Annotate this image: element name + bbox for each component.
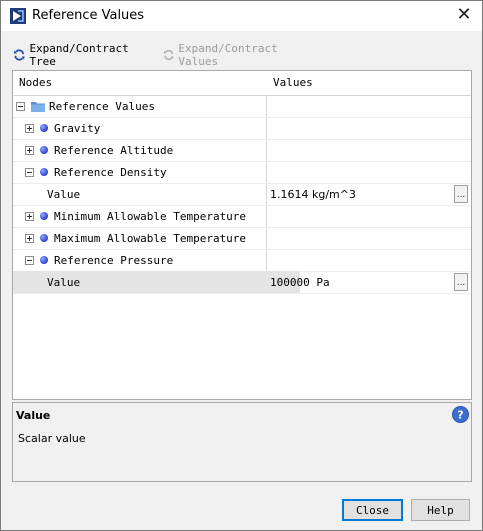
- app-logo-icon: [10, 8, 26, 24]
- value-cell: [267, 95, 471, 117]
- density-value[interactable]: 1.1614 kg/m^3: [267, 188, 356, 201]
- reference-values-dialog: Reference Values ✕ Expand/Contract Tree …: [0, 0, 483, 531]
- tree-node-label: Reference Altitude: [54, 143, 174, 157]
- description-text: Scalar value: [18, 432, 86, 445]
- close-icon[interactable]: ✕: [454, 5, 474, 25]
- tree-row-max-temperature[interactable]: Maximum Allowable Temperature: [13, 227, 471, 250]
- expand-icon[interactable]: [25, 233, 34, 243]
- expand-values-label: Expand/Contract Values: [178, 42, 278, 68]
- expand-contract-values-button[interactable]: Expand/Contract Values: [163, 42, 282, 68]
- tree-node-label: Value: [47, 187, 81, 201]
- svg-text:?: ?: [457, 409, 463, 422]
- node-bullet-icon: [40, 124, 48, 132]
- column-header-values[interactable]: Values: [267, 71, 313, 95]
- node-bullet-icon: [40, 256, 48, 264]
- tree-node-label: Gravity: [54, 121, 101, 135]
- node-bullet-icon: [40, 234, 48, 242]
- expand-icon[interactable]: [25, 123, 34, 133]
- tree-node-label: Reference Pressure: [54, 253, 174, 267]
- refresh-disabled-icon: [163, 49, 174, 61]
- tree-node-label: Value: [47, 275, 81, 289]
- title-bar: Reference Values ✕: [1, 1, 482, 31]
- expand-contract-tree-button[interactable]: Expand/Contract Tree: [13, 42, 132, 68]
- pressure-value[interactable]: 100000 Pa: [267, 276, 330, 289]
- description-title: Value: [16, 409, 51, 422]
- value-cell: [267, 117, 471, 139]
- tree-node-label: Reference Density: [54, 165, 167, 179]
- help-button[interactable]: Help: [411, 499, 470, 521]
- tree-row-reference-values[interactable]: Reference Values: [13, 95, 471, 118]
- edit-value-button[interactable]: ...: [454, 185, 468, 203]
- value-cell: [267, 139, 471, 161]
- node-bullet-icon: [40, 146, 48, 154]
- collapse-icon[interactable]: [25, 167, 34, 177]
- tree-row-density-value[interactable]: Value 1.1614 kg/m^3 ...: [13, 183, 471, 206]
- value-cell: [267, 249, 471, 271]
- tree-row-reference-density[interactable]: Reference Density: [13, 161, 471, 184]
- tree-node-label: Maximum Allowable Temperature: [54, 231, 247, 245]
- value-cell[interactable]: 100000 Pa ...: [267, 271, 471, 293]
- tree-row-reference-pressure[interactable]: Reference Pressure: [13, 249, 471, 272]
- close-button[interactable]: Close: [342, 499, 403, 521]
- edit-value-button[interactable]: ...: [454, 273, 468, 291]
- expand-tree-label: Expand/Contract Tree: [29, 42, 129, 68]
- collapse-icon[interactable]: [25, 255, 34, 265]
- node-bullet-icon: [40, 212, 48, 220]
- value-cell: [267, 161, 471, 183]
- tree-row-gravity[interactable]: Gravity: [13, 117, 471, 140]
- tree-row-min-temperature[interactable]: Minimum Allowable Temperature: [13, 205, 471, 228]
- value-cell[interactable]: 1.1614 kg/m^3 ...: [267, 183, 471, 205]
- refresh-icon: [13, 49, 25, 61]
- tree-node-label: Reference Values: [49, 99, 155, 113]
- tree-node-label: Minimum Allowable Temperature: [54, 209, 247, 223]
- column-header-nodes[interactable]: Nodes: [13, 71, 52, 95]
- table-header: Nodes Values: [13, 71, 471, 96]
- folder-icon: [31, 102, 45, 112]
- description-panel: Value Scalar value ?: [12, 402, 472, 482]
- node-bullet-icon: [40, 168, 48, 176]
- tree-row-pressure-value[interactable]: Value 100000 Pa ...: [13, 271, 471, 294]
- expand-icon[interactable]: [25, 145, 34, 155]
- expand-icon[interactable]: [25, 211, 34, 221]
- tree-table: Nodes Values Reference Values Gravity Re…: [12, 70, 472, 400]
- value-cell: [267, 227, 471, 249]
- help-icon[interactable]: ?: [452, 406, 469, 423]
- value-cell: [267, 205, 471, 227]
- window-title: Reference Values: [32, 8, 145, 23]
- collapse-icon[interactable]: [16, 101, 25, 111]
- tree-row-reference-altitude[interactable]: Reference Altitude: [13, 139, 471, 162]
